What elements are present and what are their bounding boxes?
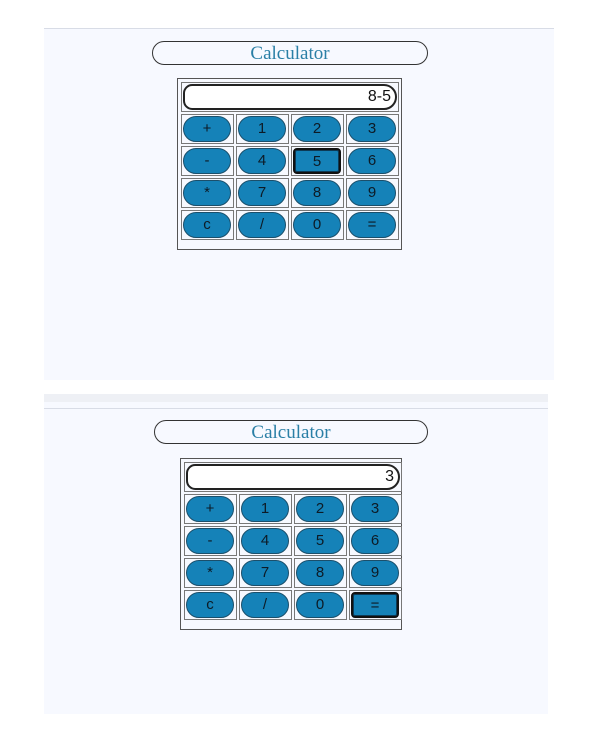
calculator-body: 3 + 1 2 3 - 4 5 6 * 7 8 9 c / 0 = [180, 458, 402, 630]
key-9[interactable]: 9 [348, 180, 396, 206]
key-8[interactable]: 8 [293, 180, 341, 206]
key-6[interactable]: 6 [351, 528, 399, 554]
key-0[interactable]: 0 [296, 592, 344, 618]
calculator-display[interactable]: 8-5 [183, 84, 397, 110]
calculator-title: Calculator [154, 420, 428, 444]
key-plus[interactable]: + [186, 496, 234, 522]
key-2[interactable]: 2 [296, 496, 344, 522]
key-7[interactable]: 7 [238, 180, 286, 206]
key-clear[interactable]: c [186, 592, 234, 618]
key-minus[interactable]: - [183, 148, 231, 174]
key-3[interactable]: 3 [351, 496, 399, 522]
key-1[interactable]: 1 [241, 496, 289, 522]
key-divide[interactable]: / [241, 592, 289, 618]
key-4[interactable]: 4 [238, 148, 286, 174]
key-4[interactable]: 4 [241, 528, 289, 554]
key-1[interactable]: 1 [238, 116, 286, 142]
key-3[interactable]: 3 [348, 116, 396, 142]
key-7[interactable]: 7 [241, 560, 289, 586]
key-equals[interactable]: = [348, 212, 396, 238]
key-6[interactable]: 6 [348, 148, 396, 174]
calculator-grid: 3 + 1 2 3 - 4 5 6 * 7 8 9 c / 0 = [182, 460, 404, 622]
calculator-body: 8-5 + 1 2 3 - 4 5 6 * 7 8 9 c / 0 = [177, 78, 402, 250]
key-5[interactable]: 5 [293, 148, 341, 174]
calculator-screen-1: Calculator 8-5 + 1 2 3 - 4 5 6 * 7 8 9 c… [44, 28, 554, 380]
key-0[interactable]: 0 [293, 212, 341, 238]
calculator-screen-2: Calculator 3 + 1 2 3 - 4 5 6 * 7 8 9 c /… [44, 394, 548, 714]
calculator-title: Calculator [152, 41, 428, 65]
calculator-display[interactable]: 3 [186, 464, 400, 490]
key-8[interactable]: 8 [296, 560, 344, 586]
key-equals[interactable]: = [351, 592, 399, 618]
key-9[interactable]: 9 [351, 560, 399, 586]
key-minus[interactable]: - [186, 528, 234, 554]
key-divide[interactable]: / [238, 212, 286, 238]
calculator-grid: 8-5 + 1 2 3 - 4 5 6 * 7 8 9 c / 0 = [179, 80, 401, 242]
key-5[interactable]: 5 [296, 528, 344, 554]
key-2[interactable]: 2 [293, 116, 341, 142]
key-multiply[interactable]: * [183, 180, 231, 206]
key-clear[interactable]: c [183, 212, 231, 238]
key-plus[interactable]: + [183, 116, 231, 142]
divider [44, 408, 548, 409]
key-multiply[interactable]: * [186, 560, 234, 586]
